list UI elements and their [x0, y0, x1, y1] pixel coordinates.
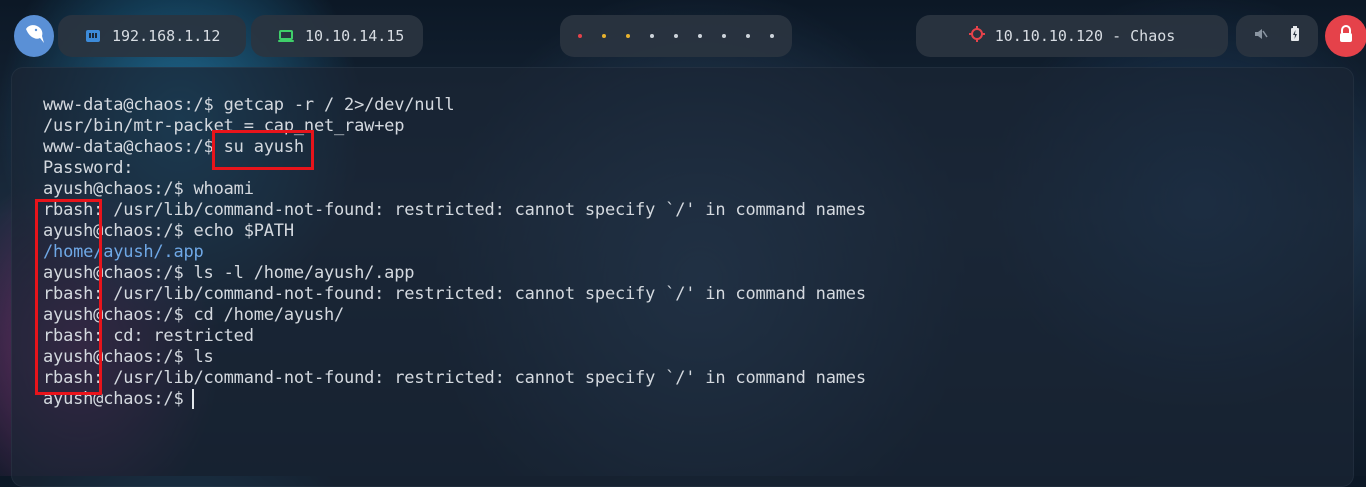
workspace-dot-8[interactable]	[746, 34, 750, 38]
terminal-line: rbash: cd: restricted	[43, 326, 254, 346]
workspace-dot-1[interactable]	[578, 34, 582, 38]
terminal-line: ayush@chaos:/$ ls	[43, 347, 214, 367]
terminal-line: ayush@chaos:/$ cd /home/ayush/	[43, 305, 345, 325]
terminal-line: www-data@chaos:/$ su ayush	[43, 137, 304, 157]
workspace-dot-5[interactable]	[674, 34, 678, 38]
text-cursor	[192, 389, 194, 409]
host-ip-label: 192.168.1.12	[112, 27, 221, 45]
workspace-dot-7[interactable]	[722, 34, 726, 38]
battery-icon[interactable]	[1290, 26, 1300, 46]
host-ip-widget[interactable]: 192.168.1.12	[58, 15, 246, 57]
vpn-laptop-icon	[277, 29, 295, 43]
terminal-line: Password:	[43, 158, 134, 178]
target-label: 10.10.10.120 - Chaos	[994, 27, 1176, 45]
crosshair-target-icon	[968, 26, 985, 46]
terminal-line: /usr/bin/mtr-packet = cap_net_raw+ep	[43, 116, 405, 136]
workspace-dot-4[interactable]	[650, 34, 654, 38]
workspace-dot-2[interactable]	[602, 34, 606, 38]
kali-dragon-icon	[21, 21, 47, 51]
workspace-dot-6[interactable]	[698, 34, 702, 38]
highlight-su-ayush	[212, 130, 314, 170]
vpn-ip-widget[interactable]: 10.10.14.15	[251, 15, 423, 57]
target-widget[interactable]: 10.10.10.120 - Chaos	[916, 15, 1228, 57]
volume-muted-icon[interactable]	[1254, 27, 1268, 45]
workspace-dot-3[interactable]	[626, 34, 630, 38]
terminal-output: www-data@chaos:/$ getcap -r / 2>/dev/nul…	[43, 95, 866, 410]
terminal-line: rbash: /usr/lib/command-not-found: restr…	[43, 200, 866, 220]
workspace-switcher[interactable]	[560, 15, 792, 57]
vpn-ip-label: 10.10.14.15	[305, 27, 405, 45]
terminal-line: ayush@chaos:/$ ls -l /home/ayush/.app	[43, 263, 415, 283]
kali-logo-button[interactable]	[14, 15, 54, 57]
lock-screen-button[interactable]	[1325, 15, 1366, 57]
highlight-rbash-prefix	[35, 199, 102, 395]
terminal-line: ayush@chaos:/$ echo $PATH	[43, 221, 294, 241]
terminal-line: www-data@chaos:/$ getcap -r / 2>/dev/nul…	[43, 95, 455, 115]
lock-icon	[1338, 25, 1354, 47]
terminal-line: rbash: /usr/lib/command-not-found: restr…	[43, 284, 866, 304]
terminal-line: /home/ayush/.app	[43, 242, 204, 262]
system-status-widget[interactable]	[1236, 15, 1318, 57]
workspace-dot-9[interactable]	[770, 34, 774, 38]
terminal-line: ayush@chaos:/$ whoami	[43, 179, 254, 199]
network-interface-icon	[84, 29, 102, 43]
terminal-line: ayush@chaos:/$	[43, 389, 194, 409]
terminal-line: rbash: /usr/lib/command-not-found: restr…	[43, 368, 866, 388]
